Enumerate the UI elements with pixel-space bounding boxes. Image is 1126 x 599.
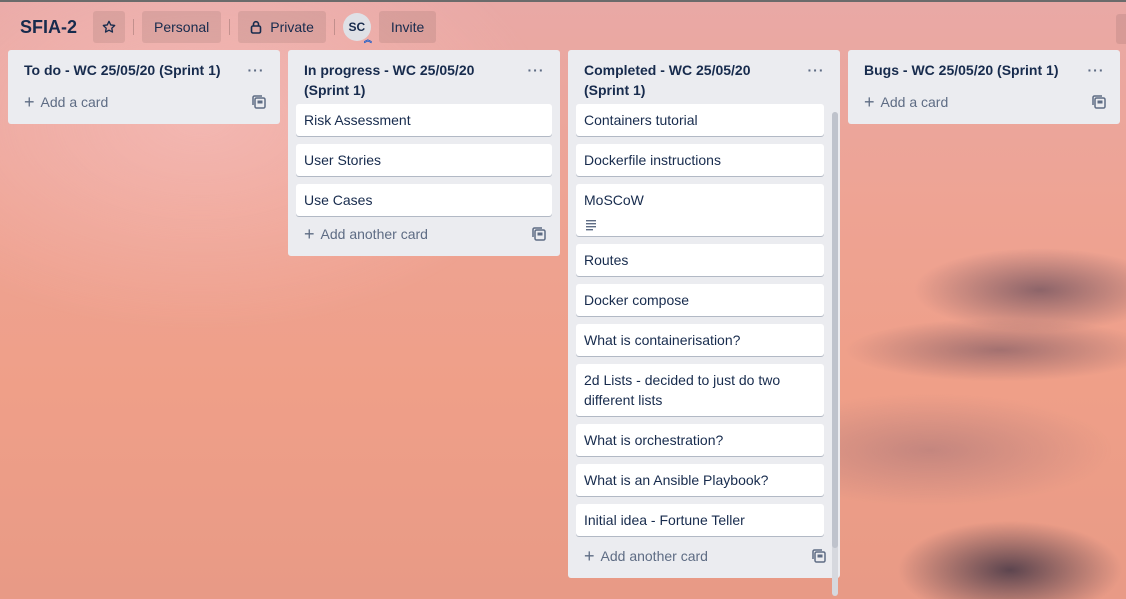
list-menu-button[interactable]: ··· [1084,58,1108,82]
list-header[interactable]: Bugs - WC 25/05/20 (Sprint 1) ··· [856,50,1112,84]
add-card-label: Add another card [600,548,708,564]
card[interactable]: Risk Assessment [296,104,552,136]
list-menu-button[interactable]: ··· [524,58,548,82]
ellipsis-icon: ··· [807,62,825,78]
card[interactable]: User Stories [296,144,552,176]
card-list: Containers tutorial Dockerfile instructi… [576,104,824,536]
card-template-icon[interactable] [252,95,266,109]
list-completed: Completed - WC 25/05/20 (Sprint 1) ··· C… [568,50,840,596]
ellipsis-icon: ··· [527,62,545,78]
header-divider [229,19,231,35]
add-card-label: Add another card [320,226,428,242]
card[interactable]: Containers tutorial [576,104,824,136]
card-template-icon[interactable] [1092,95,1106,109]
add-card-button[interactable]: + Add another card [576,542,826,570]
star-icon [102,20,116,33]
ellipsis-icon: ··· [247,62,265,78]
add-card-button[interactable]: + Add a card [856,88,1112,116]
list-header[interactable]: In progress - WC 25/05/20 (Sprint 1) ··· [296,50,552,104]
card[interactable]: Docker compose [576,284,824,316]
plus-icon: + [304,224,315,244]
card[interactable]: Routes [576,244,824,276]
list-title[interactable]: Bugs - WC 25/05/20 (Sprint 1) [864,62,1058,78]
visibility-label: Private [270,19,314,35]
board-title[interactable]: SFIA-2 [12,17,85,38]
card-template-icon[interactable] [812,549,826,563]
card[interactable]: What is containerisation? [576,324,824,356]
header-divider [133,19,135,35]
visibility-button[interactable]: Private [238,11,326,43]
add-card-label: Add a card [880,94,949,110]
add-card-button[interactable]: + Add another card [296,220,552,248]
card[interactable]: What is an Ansible Playbook? [576,464,824,496]
card-list: Risk Assessment User Stories Use Cases [296,104,552,216]
card[interactable]: What is orchestration? [576,424,824,456]
ellipsis-icon: ··· [1087,62,1105,78]
plus-icon: + [584,546,595,566]
workspace-button[interactable]: Personal [142,11,222,43]
scrollbar-thumb[interactable] [832,112,838,548]
list-bugs: Bugs - WC 25/05/20 (Sprint 1) ··· + Add … [848,50,1120,124]
card-template-icon[interactable] [532,227,546,241]
add-card-label: Add a card [40,94,109,110]
list-scrollbar[interactable] [832,112,838,596]
star-board-button[interactable] [93,11,126,43]
invite-button[interactable]: Invite [378,11,437,43]
list-header[interactable]: To do - WC 25/05/20 (Sprint 1) ··· [16,50,272,84]
member-initials: SC [348,20,366,34]
workspace-label: Personal [154,19,210,35]
list-title[interactable]: In progress - WC 25/05/20 (Sprint 1) [304,62,474,98]
member-avatar[interactable]: SC ︽ [342,13,372,44]
board-header: SFIA-2 Personal Private SC ︽ Invite [0,0,1126,52]
board-menu-button[interactable] [1116,14,1126,44]
list-menu-button[interactable]: ··· [804,58,828,82]
list-menu-button[interactable]: ··· [244,58,268,82]
card[interactable]: MoSCoW [576,184,824,236]
invite-label: Invite [390,19,425,35]
card[interactable]: Use Cases [296,184,552,216]
list-title[interactable]: To do - WC 25/05/20 (Sprint 1) [24,62,221,78]
list-to-do: To do - WC 25/05/20 (Sprint 1) ··· + Add… [8,50,280,124]
card[interactable]: Initial idea - Fortune Teller [576,504,824,536]
description-icon [584,216,816,231]
plus-icon: + [24,92,35,112]
admin-chevron-icon: ︽ [363,35,372,44]
card-title: MoSCoW [584,192,644,208]
list-in-progress: In progress - WC 25/05/20 (Sprint 1) ···… [288,50,560,256]
add-card-button[interactable]: + Add a card [16,88,272,116]
list-title[interactable]: Completed - WC 25/05/20 (Sprint 1) [584,62,751,98]
card[interactable]: Dockerfile instructions [576,144,824,176]
plus-icon: + [864,92,875,112]
card[interactable]: 2d Lists - decided to just do two differ… [576,364,824,416]
lock-icon [250,20,262,34]
list-header[interactable]: Completed - WC 25/05/20 (Sprint 1) ··· [576,50,824,104]
header-divider [333,19,335,35]
